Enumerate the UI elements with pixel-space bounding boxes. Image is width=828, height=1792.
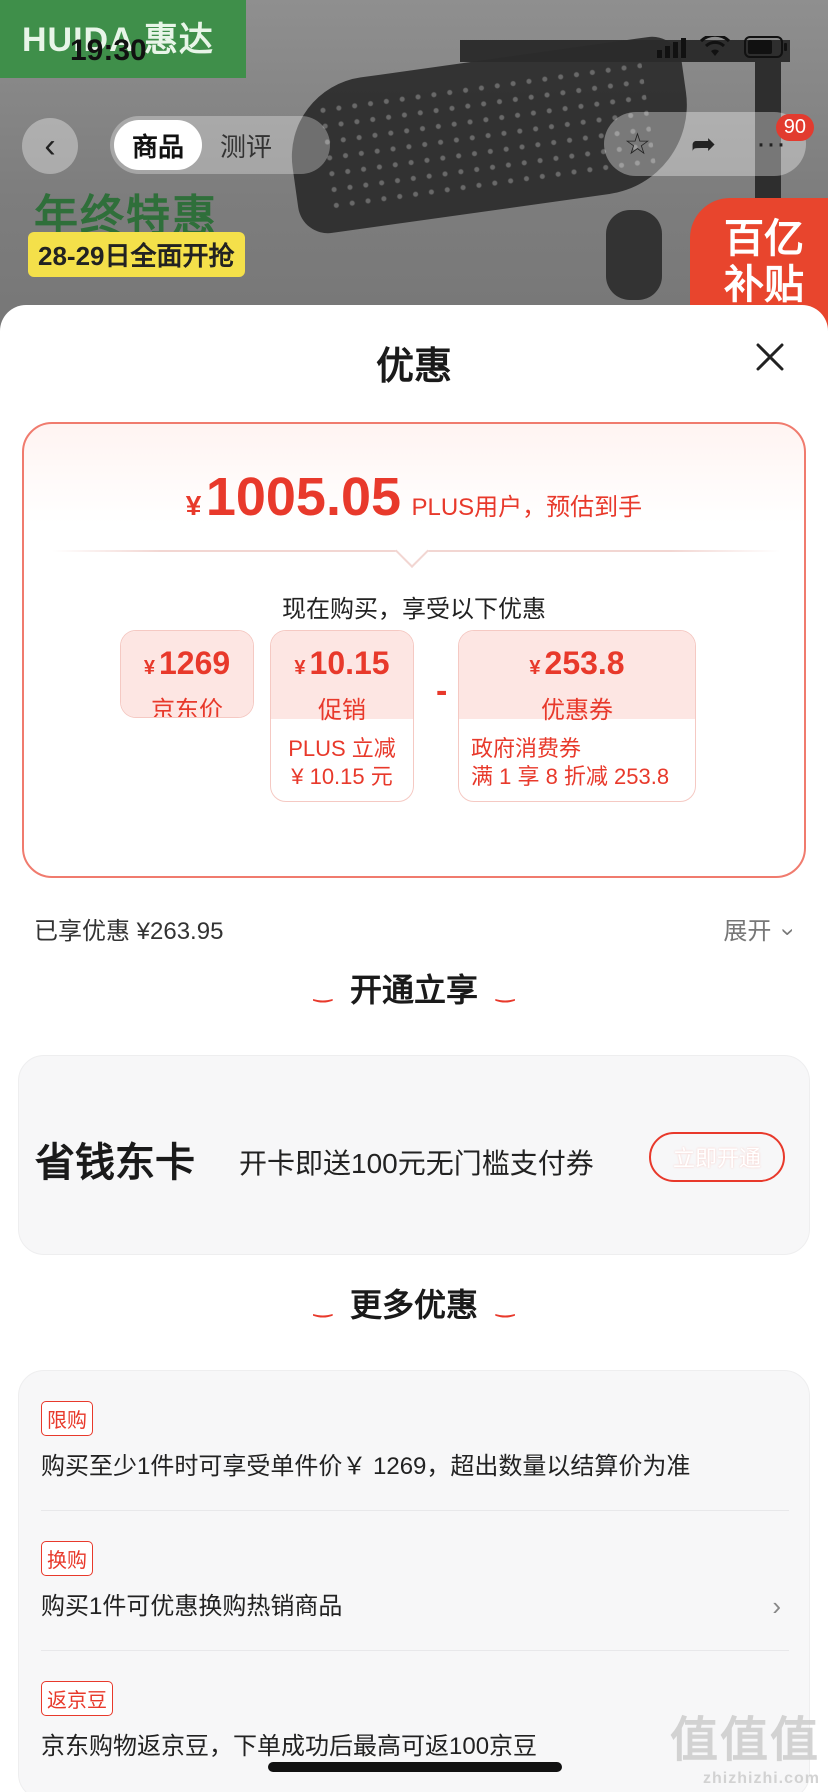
signal-icon [657, 38, 686, 58]
wifi-icon [700, 36, 730, 58]
coupon-value: 253.8 [544, 645, 625, 681]
home-indicator[interactable] [268, 1762, 562, 1772]
jd-price-value: 1269 [158, 645, 231, 681]
promotion-value: 10.15 [309, 645, 390, 681]
offer-item: 限购 购买至少1件时可享受单件价￥ 1269，超出数量以结算价为准 [41, 1401, 789, 1511]
nav-actions: ☆ ➦ ··· [604, 112, 806, 176]
chip-currency: ¥ [294, 657, 306, 679]
back-button[interactable]: ‹ [22, 118, 78, 174]
offer-text: 购买1件可优惠换购热销商品 [41, 1593, 343, 1620]
promo-subtitle: 28-29日全面开抢 [28, 232, 245, 277]
expand-label: 展开 [723, 918, 772, 945]
chevron-right-icon: › [772, 1591, 781, 1621]
smile-deco-icon: ‿ [496, 1292, 515, 1317]
promo-banner: 年终特惠 28-29日全面开抢 [0, 150, 290, 330]
smile-deco-icon: ‿ [496, 977, 515, 1002]
offer-tag: 限购 [41, 1401, 93, 1436]
watermark-main: 值值值 [669, 1714, 820, 1767]
chevron-left-icon: ‹ [44, 126, 56, 165]
nav-tabs: 商品 测评 [110, 116, 330, 174]
smile-deco-icon: ‿ [313, 1292, 332, 1317]
smile-deco-icon: ‿ [313, 977, 332, 1002]
message-badge: 90 [775, 114, 814, 141]
jd-price-chip: ¥1269 京东价 [120, 630, 254, 718]
star-icon[interactable]: ☆ [624, 127, 651, 162]
tab-review[interactable]: 测评 [202, 120, 290, 170]
hand-shower-image [606, 210, 662, 300]
currency-symbol: ¥ [185, 490, 202, 521]
more-offers-heading-text: 更多优惠 [349, 1287, 478, 1323]
buy-now-text: 现在购买，享受以下优惠 [282, 596, 546, 623]
offer-tag: 返京豆 [41, 1681, 113, 1716]
discount-sheet: 优惠 ¥ 1005.05 PLUS用户，预估到手 现在购买，享受以下优惠 ¥12… [0, 305, 828, 1792]
watermark: 值值值 zhizhizhi.com [670, 1700, 820, 1788]
membership-card: 省钱东卡 开卡即送100元无门槛支付券 立即开通 [18, 1055, 810, 1255]
estimated-price-note: PLUS用户，预估到手 [411, 494, 643, 521]
divider-notch [395, 534, 429, 568]
coupon-detail-1: 政府消费券 [471, 736, 582, 761]
enjoyed-discount: 已享优惠 ¥263.95 [34, 918, 224, 945]
close-icon [756, 343, 784, 371]
membership-heading: ‿ 开通立享 ‿ [0, 965, 828, 1011]
offer-tag: 换购 [41, 1541, 93, 1576]
estimated-price: 1005.05 [205, 467, 402, 527]
offer-text: 购买至少1件时可享受单件价￥ 1269，超出数量以结算价为准 [41, 1453, 691, 1480]
battery-icon [744, 36, 788, 58]
chip-currency: ¥ [143, 657, 155, 679]
membership-name: 省钱东卡 [35, 1141, 195, 1185]
membership-desc: 开卡即送100元无门槛支付券 [239, 1148, 594, 1179]
more-offers-heading: ‿ 更多优惠 ‿ [0, 1280, 828, 1326]
sheet-title: 优惠 [375, 346, 452, 388]
status-icons [657, 36, 788, 58]
status-time: 19:30 [70, 34, 147, 67]
chevron-down-icon: › [775, 928, 802, 936]
open-membership-button[interactable]: 立即开通 [649, 1132, 785, 1182]
chip-currency: ¥ [529, 657, 541, 679]
promotion-detail-2: ¥ 10.15 元 [291, 764, 393, 789]
expand-button[interactable]: 展开 › [723, 911, 802, 946]
coupon-chip: ¥253.8 优惠券 政府消费券 满 1 享 8 折减 253.8 [458, 630, 696, 802]
share-icon[interactable]: ➦ [691, 127, 716, 162]
offer-item[interactable]: 换购 购买1件可优惠换购热销商品 › [41, 1541, 789, 1651]
close-button[interactable] [748, 335, 792, 379]
promotion-chip: ¥10.15 促销 PLUS 立减 ¥ 10.15 元 [270, 630, 414, 802]
jd-price-label: 京东价 [151, 697, 223, 718]
promotion-detail-1: PLUS 立减 [288, 736, 396, 761]
membership-heading-text: 开通立享 [349, 972, 478, 1008]
tab-product[interactable]: 商品 [114, 120, 203, 170]
watermark-sub: zhizhizhi.com [703, 1770, 820, 1787]
price-card: ¥ 1005.05 PLUS用户，预估到手 现在购买，享受以下优惠 ¥1269 … [22, 422, 806, 878]
coupon-detail-2: 满 1 享 8 折减 253.8 [471, 764, 670, 789]
estimated-price-line: ¥ 1005.05 PLUS用户，预估到手 [24, 466, 804, 528]
minus-operator: - [436, 672, 448, 710]
